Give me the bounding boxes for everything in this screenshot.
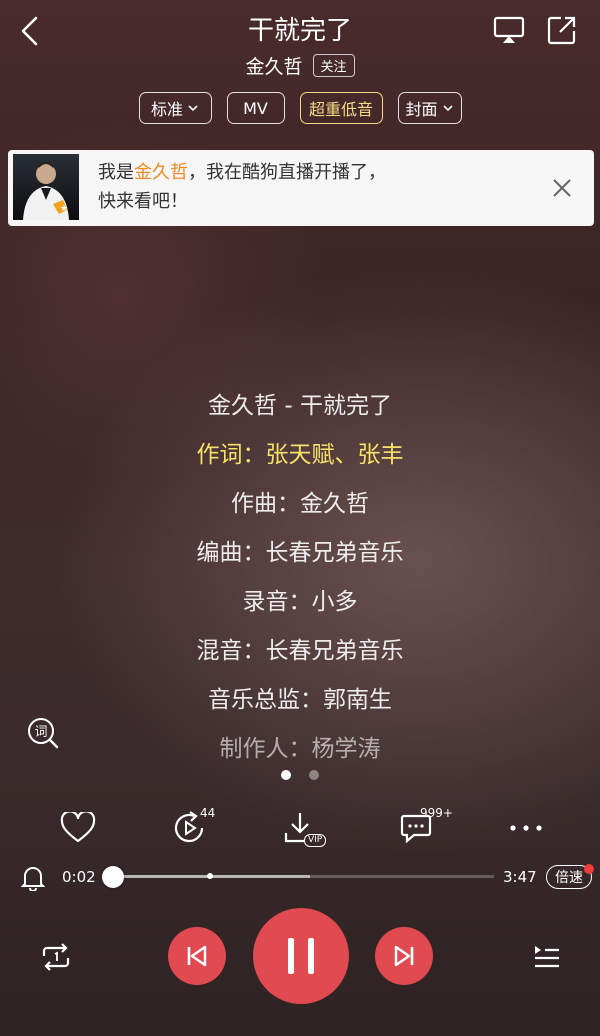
- like-button[interactable]: [56, 808, 100, 848]
- share-icon: [547, 16, 576, 45]
- sleep-timer-button[interactable]: [20, 864, 46, 892]
- pause-icon: [288, 938, 314, 974]
- live-text-prefix: 我是: [98, 162, 134, 183]
- repeat-mode-button[interactable]: [38, 940, 74, 974]
- live-text-suffix: ，我在酷狗直播开播了，: [188, 162, 386, 183]
- page-dot[interactable]: [309, 770, 319, 780]
- bell-icon: [21, 867, 45, 891]
- quality-label: 标准: [150, 100, 183, 119]
- cover-dropdown[interactable]: 封面: [397, 92, 462, 124]
- skip-next-icon: [394, 945, 414, 967]
- skip-previous-icon: [187, 945, 207, 967]
- mv-button[interactable]: MV: [226, 92, 285, 124]
- close-icon: [553, 179, 571, 197]
- svg-text:词: 词: [34, 725, 47, 740]
- related-count: 44: [200, 806, 216, 820]
- vip-badge: VIP: [304, 834, 327, 847]
- playlist-button[interactable]: [528, 940, 564, 974]
- lyric-line: 音乐总监：郭南生: [208, 687, 392, 713]
- artist-avatar: ★: [13, 154, 79, 220]
- next-button[interactable]: [375, 927, 433, 985]
- svg-text:★: ★: [60, 204, 68, 214]
- page-dot-active[interactable]: [281, 770, 291, 780]
- live-banner[interactable]: ★ 我是金久哲，我在酷狗直播开播了， 快来看吧！: [8, 150, 594, 226]
- quality-chip-row: 标准 MV 超重低音 封面: [0, 92, 600, 124]
- related-button[interactable]: 44: [168, 806, 216, 848]
- share-button[interactable]: [544, 12, 580, 48]
- chevron-down-icon: [442, 105, 453, 112]
- previous-button[interactable]: [168, 927, 226, 985]
- follow-button[interactable]: 关注: [312, 54, 355, 77]
- lyric-line: 制作人：杨学涛: [219, 736, 381, 762]
- comment-button[interactable]: 999+: [394, 806, 453, 848]
- more-icon: [510, 825, 542, 831]
- airplay-icon: [493, 16, 525, 43]
- pause-button[interactable]: [253, 908, 349, 1004]
- chevron-down-icon: [188, 105, 198, 112]
- lyrics-view[interactable]: 金久哲 - 干就完了 作词：张天赋、张丰 作曲：金久哲编曲：长春兄弟音乐 录音：小多混…: [0, 382, 600, 774]
- current-time: 0:02: [62, 868, 96, 886]
- buffer-marker: [206, 873, 213, 879]
- artist-name[interactable]: 金久哲: [245, 52, 302, 79]
- close-banner-button[interactable]: [548, 174, 576, 202]
- live-banner-text: 我是金久哲，我在酷狗直播开播了， 快来看吧！: [98, 158, 518, 216]
- download-button[interactable]: VIP: [280, 808, 327, 848]
- quality-dropdown[interactable]: 标准: [138, 92, 212, 124]
- bass-boost-label: 超重低音: [308, 100, 373, 119]
- lyric-line: 作词：张天赋、张丰: [196, 442, 404, 468]
- repeat-one-icon: [42, 943, 70, 971]
- total-time: 3:47: [503, 868, 537, 886]
- lyric-line: 编曲：长春兄弟音乐: [196, 540, 404, 566]
- comment-count: 999+: [420, 806, 453, 820]
- live-text-line2: 快来看吧！: [98, 191, 188, 212]
- lyric-line: 作曲：金久哲: [231, 491, 369, 517]
- playlist-icon: [535, 946, 559, 968]
- heart-icon: [60, 812, 96, 843]
- person-avatar-icon: ★: [23, 162, 69, 220]
- page-indicator: [0, 770, 600, 780]
- lyric-line: 混音：长春兄弟音乐: [196, 638, 404, 664]
- lyric-line: 金久哲 - 干就完了: [208, 393, 392, 419]
- progress-thumb[interactable]: [102, 866, 125, 888]
- live-artist-name: 金久哲: [134, 162, 188, 183]
- airplay-button[interactable]: [490, 12, 528, 48]
- mv-label: MV: [243, 98, 268, 118]
- artist-row: 金久哲 关注: [0, 52, 600, 79]
- lyric-mode-button[interactable]: 词: [26, 716, 60, 750]
- cover-label: 封面: [405, 100, 438, 119]
- lyric-line: 录音：小多: [242, 589, 358, 615]
- bass-boost-button[interactable]: 超重低音: [299, 92, 383, 124]
- lyric-search-icon: 词: [28, 718, 59, 749]
- more-button[interactable]: [504, 808, 548, 848]
- notification-dot: [584, 864, 594, 874]
